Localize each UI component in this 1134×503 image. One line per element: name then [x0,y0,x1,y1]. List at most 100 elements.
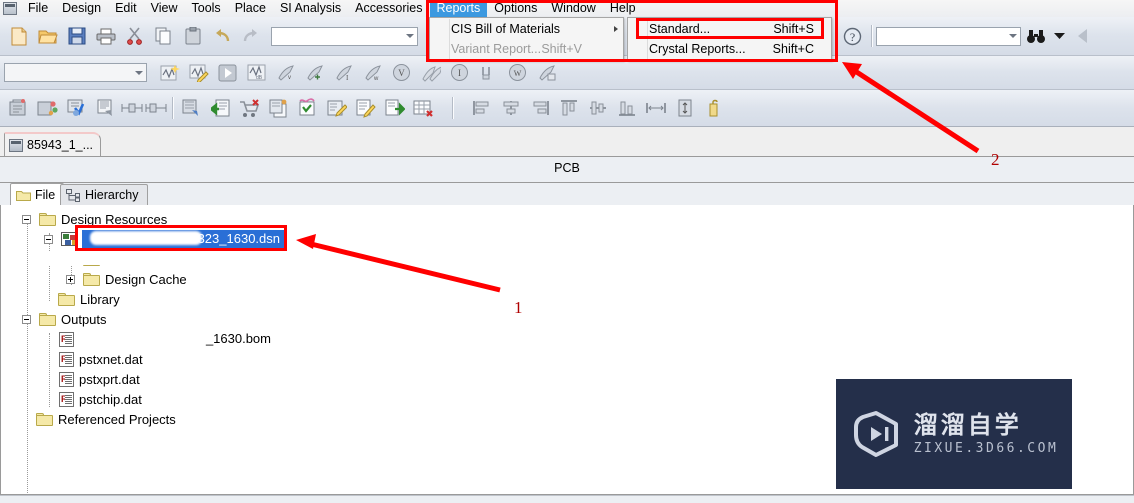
tree-node-outputs[interactable]: Outputs [1,309,1133,329]
tree-node-design-cache[interactable]: Design Cache [1,269,1133,289]
chevron-down-icon[interactable] [402,28,417,45]
paste-icon[interactable] [179,23,206,49]
find-input[interactable] [876,26,1021,46]
export-properties-icon[interactable] [236,95,263,121]
view-simulation-results-icon[interactable]: dB [243,60,270,86]
current-into-pin-icon[interactable]: I [446,60,473,86]
align-right-icon[interactable] [526,95,553,121]
run-simulation-icon[interactable] [214,60,241,86]
bill-of-materials-icon[interactable] [207,95,234,121]
menu-item-si-analysis[interactable]: SI Analysis [273,0,348,17]
distribute-vertical-small-icon[interactable] [145,95,167,121]
distribute-horizontally-icon[interactable] [642,95,669,121]
tab-file-label: File [35,187,56,202]
tree-label: Design Cache [105,271,187,287]
menu-item-accessories[interactable]: Accessories [348,0,429,17]
svg-text:V: V [398,68,405,78]
menu-item-design[interactable]: Design [55,0,108,17]
undo-icon[interactable] [208,23,235,49]
voltage-level-icon[interactable]: V [388,60,415,86]
db-marker-icon[interactable]: w [359,60,386,86]
distribute-vertically-icon[interactable] [671,95,698,121]
expand-toggle-icon[interactable] [66,274,75,284]
create-netlist-icon[interactable] [92,95,119,121]
cut-icon[interactable] [121,23,148,49]
import-properties-icon[interactable] [265,95,292,121]
tree-node-library[interactable]: Library [1,289,1133,309]
align-bottom-icon[interactable] [613,95,640,121]
print-icon[interactable] [92,23,119,49]
zoom-combo[interactable] [271,26,418,46]
align-middle-vertical-icon[interactable] [584,95,611,121]
folder-icon [39,312,56,326]
report-file-icon: R [59,371,74,387]
folder-icon [16,189,31,201]
watt-marker-icon[interactable]: W [504,60,531,86]
power-marker-icon[interactable]: I [330,60,357,86]
play-button-icon [850,409,902,459]
align-left-icon[interactable] [468,95,495,121]
folder-icon [36,412,53,426]
align-center-horizontal-icon[interactable] [497,95,524,121]
align-top-icon[interactable] [555,95,582,121]
redo-icon[interactable] [237,23,264,49]
watermark-title: 溜溜自学 [913,410,1022,439]
tree-label: Library [80,291,120,307]
open-icon[interactable] [34,23,61,49]
back-arrow-icon[interactable] [1069,23,1096,49]
export-part-icon[interactable] [381,95,408,121]
simulation-profile-combo[interactable] [4,63,147,82]
distribute-horizontal-small-icon[interactable] [121,95,143,121]
standard-report-highlight-box [636,18,824,39]
tree-node-pstxnet[interactable]: R pstxnet.dat [1,349,1133,369]
voltage-differential-icon[interactable] [417,60,444,86]
delete-table-icon[interactable] [410,95,437,121]
annotate-icon[interactable] [5,95,32,121]
part-manager-icon[interactable] [294,95,321,121]
collapse-toggle-icon[interactable] [44,234,53,244]
current-marker-icon[interactable] [301,60,328,86]
collapse-toggle-icon[interactable] [22,214,31,224]
tab-file[interactable]: File [10,183,65,205]
save-icon[interactable] [63,23,90,49]
edit-simulation-profile-icon[interactable] [185,60,212,86]
new-simulation-profile-icon[interactable] [156,60,183,86]
callout-number-2: 2 [991,150,1000,169]
menu-item-file[interactable]: File [21,0,55,17]
svg-text:v: v [288,75,291,81]
edit-part-icon[interactable] [352,95,379,121]
folder-icon [58,292,75,306]
redaction-overlay [83,332,208,345]
tree-node-schematic-folder[interactable] [1,249,1133,269]
collapse-toggle-icon[interactable] [22,314,31,324]
tree-node-bom-file[interactable]: R ℠0200323_1630.bom [1,329,1133,349]
power-dissipation-icon[interactable] [475,60,502,86]
tree-label: pstxprt.dat [79,371,140,387]
watermark-logo: 溜溜自学 ZIXUE.3D66.COM [836,379,1072,489]
new-icon[interactable] [5,23,32,49]
binoculars-find-icon[interactable] [1022,23,1049,49]
watermark-url: ZIXUE.3D66.COM [913,440,1059,456]
new-part-icon[interactable] [323,95,350,121]
find-options-chevron-icon[interactable] [1051,23,1067,49]
help-question-icon[interactable]: ? [839,23,866,49]
clear-icon[interactable] [700,95,727,121]
chevron-down-icon[interactable] [1005,28,1020,45]
menu-item-edit[interactable]: Edit [108,0,144,17]
application-icon [3,2,17,15]
voltage-marker-icon[interactable]: v [272,60,299,86]
back-annotate-icon[interactable] [34,95,61,121]
status-bar [0,495,1134,503]
document-tab-strip: 85943_1_... [0,127,1134,156]
tab-hierarchy[interactable]: Hierarchy [60,184,148,205]
copy-icon[interactable] [150,23,177,49]
menu-item-tools[interactable]: Tools [185,0,228,17]
design-rules-check-icon[interactable] [63,95,90,121]
advanced-marker-icon[interactable] [533,60,560,86]
document-tab[interactable]: 85943_1_... [4,132,102,156]
menu-item-place[interactable]: Place [228,0,273,17]
selected-dsn-highlight-box [75,225,287,251]
menu-item-view[interactable]: View [144,0,185,17]
chevron-down-icon[interactable] [131,64,146,81]
cross-reference-parts-icon[interactable] [178,95,205,121]
